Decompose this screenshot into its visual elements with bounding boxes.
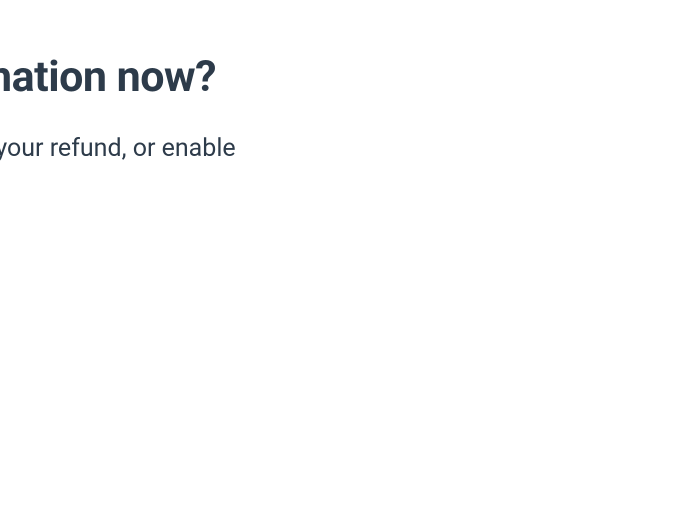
- text-content: account information now? set up direct d…: [0, 52, 700, 167]
- page-heading: account information now?: [0, 52, 700, 104]
- description-text: set up direct deposit for your refund, o…: [0, 130, 700, 168]
